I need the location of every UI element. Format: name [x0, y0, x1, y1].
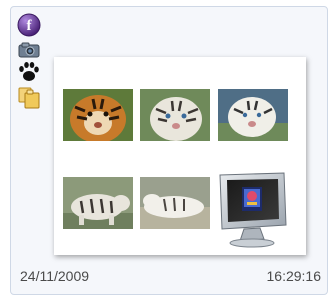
date-label: 24/11/2009 [20, 268, 90, 284]
paw-icon[interactable] [17, 61, 41, 88]
photo-album-card[interactable]: f 24/11/2009 16:29:16 [10, 6, 328, 295]
computer-monitor-icon[interactable] [214, 169, 292, 249]
photo-thumbnail[interactable] [63, 89, 133, 141]
photo-thumbnail[interactable] [218, 89, 288, 141]
facebook-icon[interactable]: f [17, 13, 41, 42]
photo-thumbnail[interactable] [140, 89, 210, 141]
photo-thumbnail[interactable] [63, 177, 133, 229]
time-label: 16:29:16 [266, 268, 322, 284]
folders-icon[interactable] [17, 85, 43, 114]
photo-collage-frame[interactable] [54, 57, 306, 255]
photo-thumbnail[interactable] [140, 177, 210, 229]
